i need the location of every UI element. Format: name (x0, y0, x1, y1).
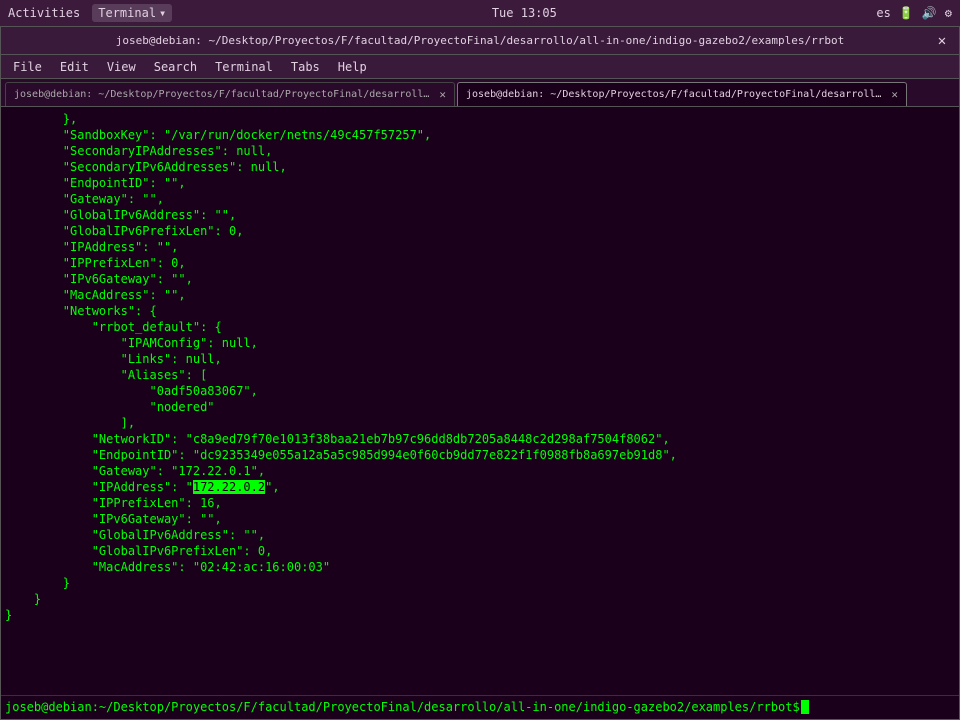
term-line-11: "IPv6Gateway": "", (5, 271, 955, 287)
term-line-2: "SandboxKey": "/var/run/docker/netns/49c… (5, 127, 955, 143)
system-tray: es 🔋 🔊 ⚙ (876, 6, 952, 20)
highlighted-ip: 172.22.0.2 (193, 480, 265, 494)
term-line-15: "IPAMConfig": null, (5, 335, 955, 351)
term-line-12: "MacAddress": "", (5, 287, 955, 303)
term-line-8: "GlobalIPv6PrefixLen": 0, (5, 223, 955, 239)
term-line-16: "Links": null, (5, 351, 955, 367)
term-line-1: }, (5, 111, 955, 127)
term-line-5: "EndpointID": "", (5, 175, 955, 191)
tab-1-label: joseb@debian: ~/Desktop/Proyectos/F/facu… (14, 89, 433, 100)
terminal-content: }, "SandboxKey": "/var/run/docker/netns/… (1, 107, 959, 695)
language-indicator: es (876, 6, 890, 20)
tab-2[interactable]: joseb@debian: ~/Desktop/Proyectos/F/facu… (457, 82, 907, 106)
prompt-bar[interactable]: joseb@debian:~/Desktop/Proyectos/F/facul… (1, 695, 959, 717)
prompt-text: joseb@debian:~/Desktop/Proyectos/F/facul… (5, 700, 800, 714)
term-line-24: "IPAddress": "172.22.0.2", (5, 479, 955, 495)
tab-2-label: joseb@debian: ~/Desktop/Proyectos/F/facu… (466, 89, 885, 100)
terminal-menu-chevron: ▾ (159, 6, 166, 20)
menu-tabs[interactable]: Tabs (283, 58, 328, 76)
settings-icon: ⚙ (945, 6, 952, 20)
menu-file[interactable]: File (5, 58, 50, 76)
term-line-31: } (5, 591, 955, 607)
menu-search[interactable]: Search (146, 58, 205, 76)
term-line-18: "0adf50a83067", (5, 383, 955, 399)
term-line-29: "MacAddress": "02:42:ac:16:00:03" (5, 559, 955, 575)
system-bar-left: Activities Terminal ▾ (8, 4, 172, 22)
term-line-9: "IPAddress": "", (5, 239, 955, 255)
window-title: joseb@debian: ~/Desktop/Proyectos/F/facu… (27, 34, 933, 47)
term-line-26: "IPv6Gateway": "", (5, 511, 955, 527)
term-line-13: "Networks": { (5, 303, 955, 319)
close-button[interactable]: ✕ (933, 32, 951, 50)
volume-icon: 🔊 (922, 6, 937, 20)
terminal-menu-label: Terminal (98, 6, 156, 20)
term-line-32: } (5, 607, 955, 623)
activities-button[interactable]: Activities (8, 6, 80, 20)
term-line-25: "IPPrefixLen": 16, (5, 495, 955, 511)
terminal-menu-button[interactable]: Terminal ▾ (92, 4, 172, 22)
term-line-10: "IPPrefixLen": 0, (5, 255, 955, 271)
term-line-30: } (5, 575, 955, 591)
term-line-6: "Gateway": "", (5, 191, 955, 207)
menu-edit[interactable]: Edit (52, 58, 97, 76)
system-clock: Tue 13:05 (492, 6, 557, 20)
battery-icon: 🔋 (899, 6, 914, 20)
term-line-3: "SecondaryIPAddresses": null, (5, 143, 955, 159)
tabs-bar: joseb@debian: ~/Desktop/Proyectos/F/facu… (1, 79, 959, 107)
menu-help[interactable]: Help (330, 58, 375, 76)
system-bar: Activities Terminal ▾ Tue 13:05 es 🔋 🔊 ⚙ (0, 0, 960, 26)
term-line-19: "nodered" (5, 399, 955, 415)
term-line-23: "Gateway": "172.22.0.1", (5, 463, 955, 479)
term-line-17: "Aliases": [ (5, 367, 955, 383)
term-line-7: "GlobalIPv6Address": "", (5, 207, 955, 223)
tab-1[interactable]: joseb@debian: ~/Desktop/Proyectos/F/facu… (5, 82, 455, 106)
term-line-21: "NetworkID": "c8a9ed79f70e1013f38baa21eb… (5, 431, 955, 447)
term-line-22: "EndpointID": "dc9235349e055a12a5a5c985d… (5, 447, 955, 463)
term-line-27: "GlobalIPv6Address": "", (5, 527, 955, 543)
menu-view[interactable]: View (99, 58, 144, 76)
terminal-window: joseb@debian: ~/Desktop/Proyectos/F/facu… (0, 26, 960, 720)
window-titlebar: joseb@debian: ~/Desktop/Proyectos/F/facu… (1, 27, 959, 55)
term-line-14: "rrbot_default": { (5, 319, 955, 335)
term-line-28: "GlobalIPv6PrefixLen": 0, (5, 543, 955, 559)
tab-2-close[interactable]: ✕ (891, 88, 898, 101)
cursor (801, 700, 809, 714)
term-line-4: "SecondaryIPv6Addresses": null, (5, 159, 955, 175)
term-line-20: ], (5, 415, 955, 431)
tab-1-close[interactable]: ✕ (439, 88, 446, 101)
menu-terminal[interactable]: Terminal (207, 58, 281, 76)
menu-bar: File Edit View Search Terminal Tabs Help (1, 55, 959, 79)
